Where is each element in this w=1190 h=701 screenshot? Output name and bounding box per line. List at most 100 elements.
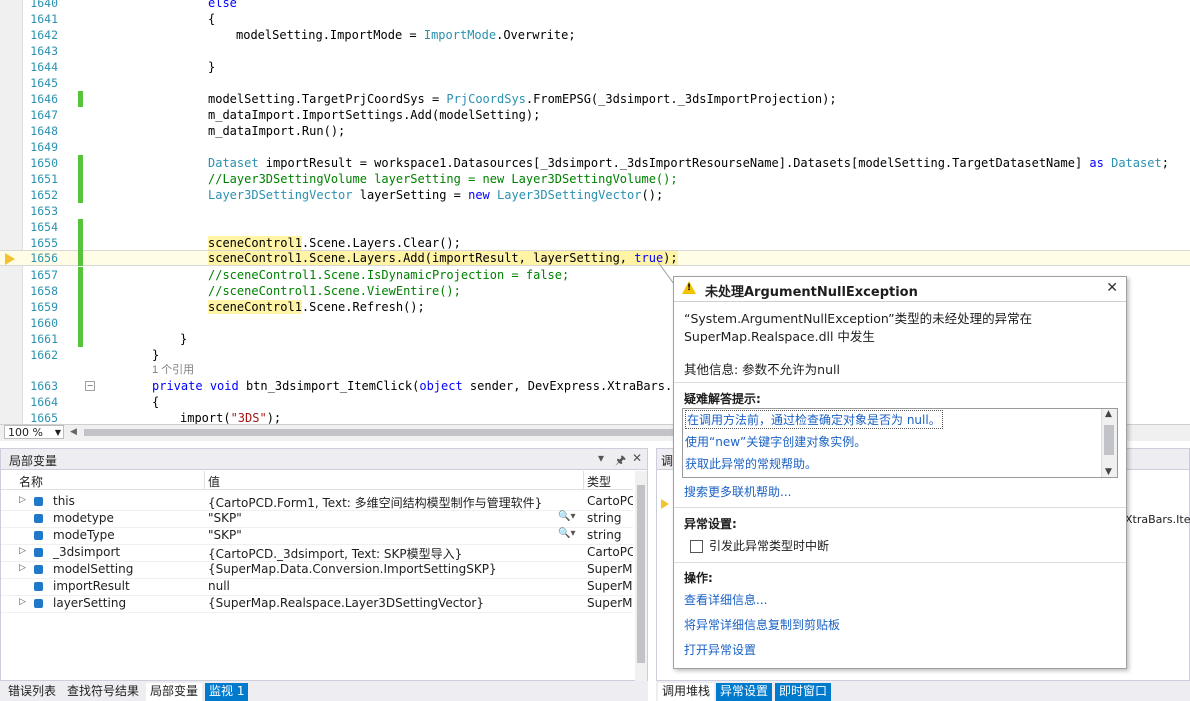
horizontal-scrollbar-thumb[interactable] — [84, 429, 674, 436]
locals-row[interactable]: ▷ modelSetting {SuperMap.Data.Conversion… — [1, 561, 633, 579]
code-line[interactable]: 1643 — [0, 43, 1190, 59]
scroll-down-icon[interactable]: ▼ — [1105, 467, 1112, 477]
line-number: 1657 — [30, 268, 58, 282]
variable-value[interactable]: {SuperMap.Realspace.Layer3DSettingVector… — [208, 596, 484, 610]
window-menu-icon[interactable]: ▾ — [598, 451, 604, 465]
expand-icon[interactable]: ▷ — [19, 495, 26, 505]
open-exception-settings-link[interactable]: 打开异常设置 — [684, 641, 756, 658]
locals-row[interactable]: ▷ _3dsimport {CartoPCD._3dsimport, Text:… — [1, 544, 633, 562]
column-type-header[interactable]: 类型 — [587, 473, 611, 490]
expand-icon[interactable]: ▷ — [19, 563, 26, 573]
code-line[interactable]: 1651 //Layer3DSettingVolume layerSetting… — [0, 171, 1190, 187]
code-text: m_dataImport.Run(); — [208, 124, 346, 138]
troubleshooting-tips-list[interactable]: 在调用方法前，通过检查确定对象是否为 null。 使用“new”关键字创建对象实… — [682, 408, 1118, 478]
code-line[interactable]: 1641 { — [0, 11, 1190, 27]
code-line[interactable]: 1649 — [0, 139, 1190, 155]
variable-value[interactable]: null — [208, 579, 230, 593]
tab-watch-1[interactable]: 监视 1 — [205, 683, 249, 701]
divider — [674, 562, 1126, 563]
vertical-scrollbar[interactable] — [635, 471, 647, 681]
variable-value[interactable]: "SKP" — [208, 528, 242, 542]
line-number: 1642 — [30, 28, 58, 42]
variable-value[interactable]: {CartoPCD._3dsimport, Text: SKP模型导入} — [208, 545, 462, 562]
copy-details-link[interactable]: 将异常详细信息复制到剪贴板 — [684, 616, 840, 633]
code-comment: //Layer3DSettingVolume layerSetting = ne… — [208, 172, 678, 186]
code-line[interactable]: 1647 m_dataImport.ImportSettings.Add(mod… — [0, 107, 1190, 123]
pin-icon[interactable]: 🖈 — [615, 451, 626, 472]
column-value-header[interactable]: 值 — [208, 473, 220, 490]
tip-link[interactable]: 在调用方法前，通过检查确定对象是否为 null。 — [685, 410, 943, 429]
tab-call-stack[interactable]: 调用堆栈 — [658, 683, 715, 701]
locals-row[interactable]: modeType "SKP" 🔍▾ string — [1, 527, 633, 545]
variable-value[interactable]: {CartoPCD.Form1, Text: 多维空间结构模型制作与管理软件} — [208, 494, 542, 511]
code-text: private void btn_3dsimport_ItemClick(obj… — [152, 379, 694, 393]
changed-marker — [78, 283, 83, 299]
locals-row[interactable]: ▷ this {CartoPCD.Form1, Text: 多维空间结构模型制作… — [1, 493, 633, 511]
scrollbar-thumb[interactable] — [1104, 425, 1114, 455]
vertical-scrollbar[interactable]: ▲ ▼ — [1101, 409, 1117, 477]
code-line[interactable]: 1648 m_dataImport.Run(); — [0, 123, 1190, 139]
code-line[interactable]: 1646 modelSetting.TargetPrjCoordSys = Pr… — [0, 91, 1190, 107]
line-number: 1647 — [30, 108, 58, 122]
code-text: { — [208, 12, 216, 26]
code-line[interactable]: 1644 } — [0, 59, 1190, 75]
code-line[interactable]: 1652 Layer3DSettingVector layerSetting =… — [0, 187, 1190, 203]
exception-settings-heading: 异常设置: — [684, 517, 737, 531]
line-number: 1665 — [30, 411, 58, 424]
code-line[interactable]: 1640 else — [0, 0, 1190, 11]
code-line[interactable]: 1655 sceneControl1.Scene.Layers.Clear(); — [0, 235, 1190, 251]
visualizer-icon[interactable]: 🔍▾ — [558, 528, 575, 539]
tip-link[interactable]: 获取此异常的常规帮助。 — [685, 455, 817, 472]
view-details-link[interactable]: 查看详细信息... — [684, 591, 767, 608]
close-icon[interactable]: ✕ — [632, 451, 642, 465]
line-number: 1649 — [30, 140, 58, 154]
line-number: 1653 — [30, 204, 58, 218]
variable-name: layerSetting — [53, 596, 127, 610]
column-name-header[interactable]: 名称 — [19, 473, 43, 490]
changed-marker — [78, 155, 83, 171]
tab-locals[interactable]: 局部变量 — [146, 683, 203, 701]
code-line[interactable]: 1654 — [0, 219, 1190, 235]
line-number: 1646 — [30, 92, 58, 106]
variable-value[interactable]: "SKP" — [208, 511, 242, 525]
tip-link[interactable]: 使用“new”关键字创建对象实例。 — [685, 433, 866, 450]
codelens-references[interactable]: 1 个引用 — [152, 362, 194, 378]
visualizer-icon[interactable]: 🔍▾ — [558, 511, 575, 522]
line-number: 1648 — [30, 124, 58, 138]
column-divider[interactable] — [204, 471, 205, 489]
callstack-frame-text[interactable]: XtraBars.Item — [1125, 513, 1190, 526]
break-on-exception-checkbox[interactable] — [690, 540, 703, 553]
locals-title: 局部变量 — [9, 454, 58, 468]
changed-marker — [78, 235, 83, 251]
actions-heading: 操作: — [684, 571, 713, 585]
zoom-select[interactable]: 100 % ▼ — [4, 425, 64, 439]
line-number: 1640 — [30, 0, 58, 10]
locals-row[interactable]: modetype "SKP" 🔍▾ string — [1, 510, 633, 528]
tab-find-symbol-results[interactable]: 查找符号结果 — [63, 683, 143, 701]
locals-title-bar[interactable]: 局部变量 ▾ 🖈 ✕ — [1, 449, 647, 470]
tab-error-list[interactable]: 错误列表 — [4, 683, 60, 701]
expand-icon[interactable]: ▷ — [19, 546, 26, 556]
scroll-left-icon[interactable]: ◀ — [70, 427, 77, 437]
variable-type: string — [587, 511, 622, 525]
variable-name: importResult — [53, 579, 130, 593]
collapse-icon[interactable]: − — [85, 381, 95, 391]
code-line[interactable]: 1653 — [0, 203, 1190, 219]
locals-row[interactable]: ▷ layerSetting {SuperMap.Realspace.Layer… — [1, 595, 633, 613]
variable-value[interactable]: {SuperMap.Data.Conversion.ImportSettingS… — [208, 562, 497, 576]
scrollbar-thumb[interactable] — [637, 485, 645, 663]
close-icon[interactable]: ✕ — [1106, 280, 1118, 296]
locals-row[interactable]: importResult null SuperMa — [1, 578, 633, 596]
expand-icon[interactable]: ▷ — [19, 597, 26, 607]
search-online-help-link[interactable]: 搜索更多联机帮助... — [684, 483, 791, 500]
code-line[interactable]: 1650 Dataset importResult = workspace1.D… — [0, 155, 1190, 171]
current-statement-line[interactable]: 1656 sceneControl1.Scene.Layers.Add(impo… — [0, 250, 1190, 266]
tab-immediate-window[interactable]: 即时窗口 — [775, 683, 832, 701]
tab-exception-settings[interactable]: 异常设置 — [716, 683, 773, 701]
break-on-exception-label[interactable]: 引发此异常类型时中断 — [709, 537, 829, 554]
variable-type: SuperMa — [587, 579, 633, 593]
code-line[interactable]: 1642 modelSetting.ImportMode = ImportMod… — [0, 27, 1190, 43]
scroll-up-icon[interactable]: ▲ — [1105, 409, 1112, 419]
code-line[interactable]: 1645 — [0, 75, 1190, 91]
column-divider[interactable] — [583, 471, 584, 489]
